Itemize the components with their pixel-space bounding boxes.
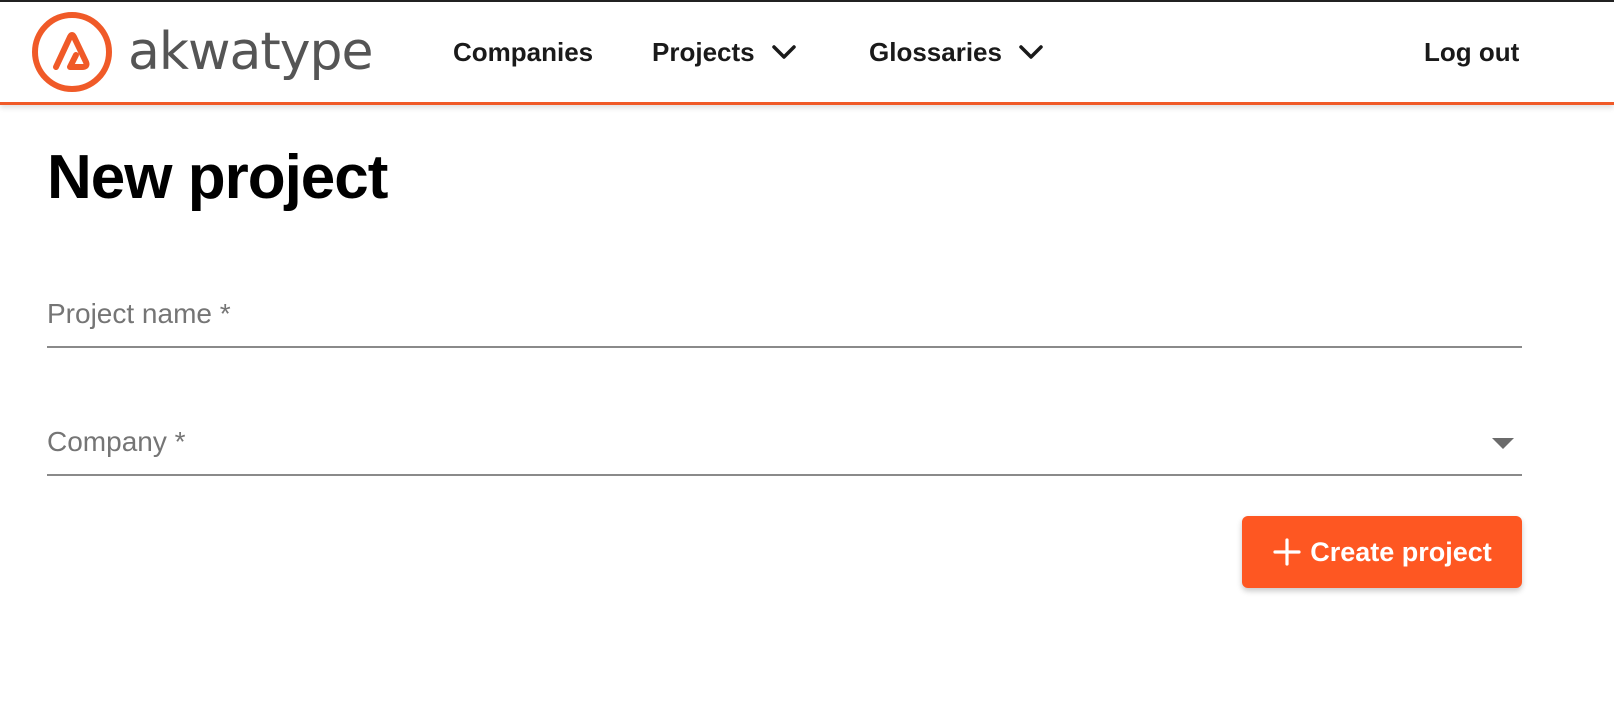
chevron-down-icon	[771, 45, 796, 59]
create-project-label: Create project	[1310, 536, 1492, 567]
nav-glossaries-dropdown[interactable]: Glossaries	[869, 32, 1044, 72]
nav-companies-label: Companies	[453, 36, 594, 67]
company-select[interactable]: Company *	[47, 418, 1522, 476]
plus-icon	[1273, 538, 1301, 566]
company-label: Company *	[47, 426, 186, 457]
create-project-button[interactable]: Create project	[1242, 516, 1522, 588]
dropdown-arrow-icon	[1492, 438, 1514, 449]
nav-projects-dropdown[interactable]: Projects	[652, 32, 797, 72]
nav-companies[interactable]: Companies	[453, 32, 593, 72]
brand-name: akwatype	[128, 22, 374, 82]
project-name-field[interactable]: Project name *	[47, 290, 1522, 348]
top-navbar: akwatype Companies Projects Glossaries L…	[0, 2, 1614, 105]
page-title: New project	[47, 143, 388, 212]
project-name-input[interactable]	[47, 290, 1522, 346]
nav-glossaries-label: Glossaries	[869, 36, 1002, 67]
akwatype-logo-icon	[32, 12, 112, 92]
logout-label: Log out	[1424, 36, 1520, 67]
brand-logo[interactable]: akwatype	[30, 10, 374, 94]
logout-link[interactable]: Log out	[1424, 32, 1519, 72]
nav-projects-label: Projects	[652, 36, 755, 67]
chevron-down-icon	[1019, 45, 1043, 59]
